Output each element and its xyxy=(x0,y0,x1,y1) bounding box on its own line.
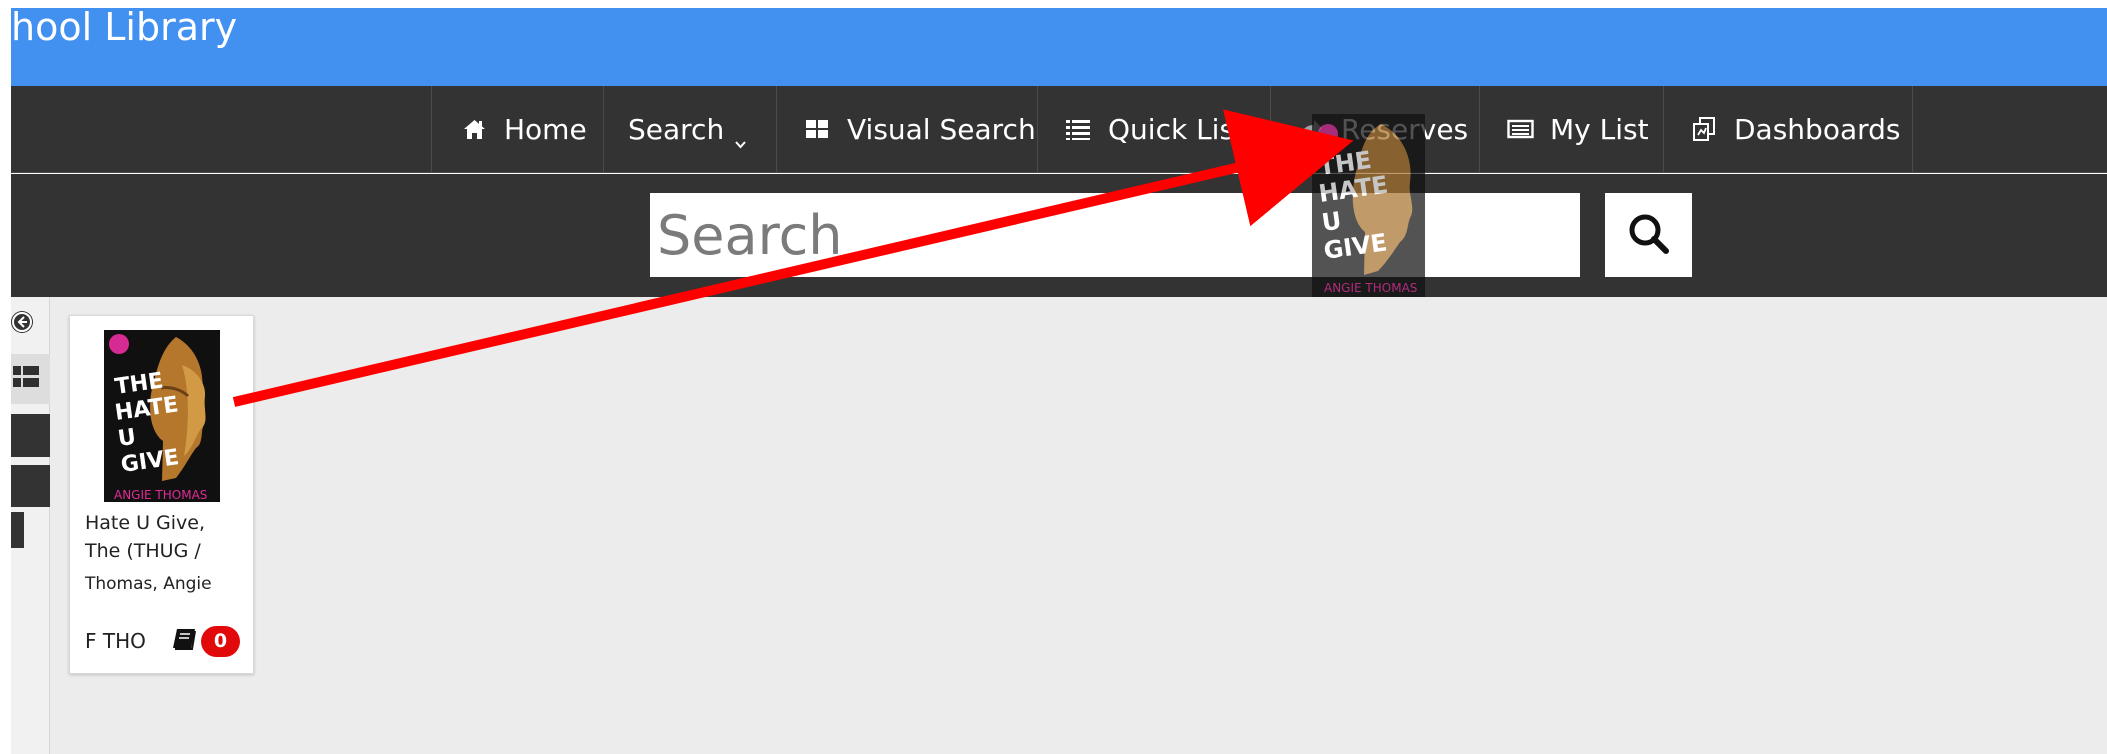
nav-quick-lists[interactable]: Quick Lists xyxy=(1037,86,1270,172)
nav-visual-search-label: Visual Search xyxy=(847,112,1036,146)
sidebar-button-2[interactable] xyxy=(11,465,50,507)
book-cover[interactable]: THE HATE U GIVE ANGIE THOMAS xyxy=(104,330,220,502)
main-navigation: Home Search Visual Search Quick Lists Re… xyxy=(11,86,2107,173)
dashboard-icon xyxy=(1688,113,1720,145)
nav-home[interactable]: Home xyxy=(431,86,603,172)
home-icon xyxy=(458,113,490,145)
top-header: hool Library xyxy=(11,8,2107,86)
search-button[interactable] xyxy=(1605,193,1692,277)
list-icon xyxy=(1062,113,1094,145)
search-input[interactable] xyxy=(650,193,1580,277)
nav-reserves[interactable]: Reserves xyxy=(1270,86,1479,172)
sidebar-button-1[interactable] xyxy=(11,414,50,457)
call-number: F THO xyxy=(85,629,146,653)
cover-author-text: ANGIE THOMAS xyxy=(114,488,207,502)
nav-my-list[interactable]: My List xyxy=(1479,86,1663,172)
book-icon xyxy=(170,628,198,652)
share-icon xyxy=(1295,113,1327,145)
search-bar-area xyxy=(11,174,2107,297)
nav-visual-search[interactable]: Visual Search xyxy=(776,86,1037,172)
cover-title-u: U xyxy=(116,425,137,452)
chevron-down-icon xyxy=(734,125,747,148)
book-title[interactable]: Hate U Give, The (THUG / xyxy=(85,509,235,565)
left-tool-sidebar xyxy=(11,297,50,754)
book-author[interactable]: Thomas, Angie xyxy=(85,572,240,596)
nav-home-label: Home xyxy=(504,112,587,146)
nav-my-list-label: My List xyxy=(1550,112,1649,146)
back-arrow-icon[interactable] xyxy=(11,311,33,333)
nav-dashboards-label: Dashboards xyxy=(1734,112,1901,146)
magnifier-icon xyxy=(1625,210,1673,261)
card-list-icon xyxy=(1504,113,1536,145)
results-area: THE HATE U GIVE ANGIE THOMAS Hate U Give… xyxy=(50,297,2107,754)
nav-quick-lists-label: Quick Lists xyxy=(1108,112,1260,146)
nav-dashboards[interactable]: Dashboards xyxy=(1663,86,1913,172)
sidebar-button-3[interactable] xyxy=(11,512,24,548)
school-library-title: hool Library xyxy=(11,5,238,49)
nav-reserves-label: Reserves xyxy=(1341,112,1469,146)
availability-badge: 0 xyxy=(201,626,240,657)
nav-search-label: Search xyxy=(628,112,725,146)
grid-view-icon xyxy=(13,364,43,394)
library-page: hool Library Home Search Visual Search Q… xyxy=(0,0,2107,754)
grid-icon xyxy=(801,113,833,145)
book-result-card[interactable]: THE HATE U GIVE ANGIE THOMAS Hate U Give… xyxy=(69,315,254,674)
grid-view-button[interactable] xyxy=(11,354,50,404)
nav-search-menu[interactable]: Search xyxy=(603,86,776,172)
